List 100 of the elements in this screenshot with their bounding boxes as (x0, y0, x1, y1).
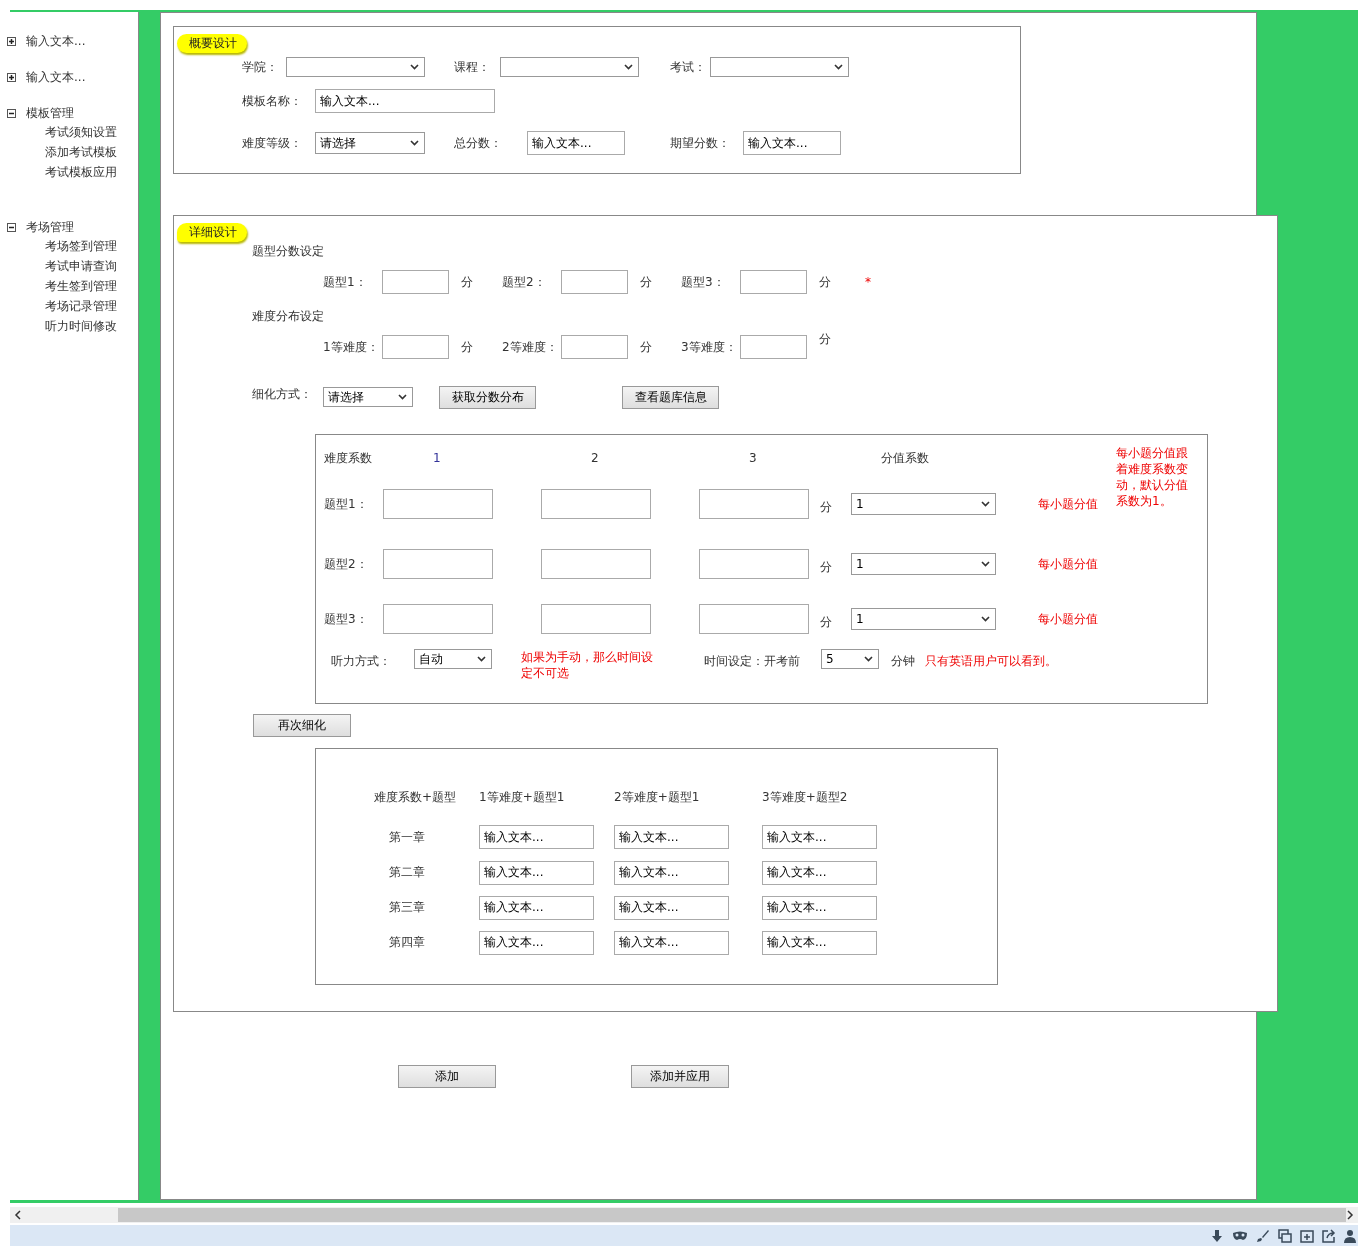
chevron-icon (981, 616, 990, 622)
input-field[interactable]: 输入文本... (743, 131, 841, 155)
unit-label: 分 (461, 273, 473, 291)
input-field[interactable] (541, 549, 651, 579)
expand-icon[interactable] (7, 36, 16, 46)
dropdown[interactable]: 1 (851, 553, 996, 575)
input-field[interactable]: 输入文本... (479, 860, 594, 885)
field-label: 2等难度： (502, 338, 559, 356)
input-field[interactable] (699, 549, 809, 579)
tree-item[interactable]: 考试模板应用 (10, 162, 138, 182)
input-field[interactable] (383, 604, 493, 634)
field-label: 听力方式： (331, 653, 392, 670)
note-text: 只有英语用户可以看到。 (925, 653, 1057, 670)
user-icon[interactable] (1344, 1228, 1356, 1243)
input-field[interactable] (541, 604, 651, 634)
scrollbar-thumb[interactable] (118, 1208, 1346, 1222)
new-window-icon[interactable] (1300, 1228, 1314, 1243)
input-field[interactable]: 输入文本... (315, 89, 495, 113)
input-field[interactable]: 输入文本... (762, 930, 877, 955)
field-label: 课程： (454, 58, 491, 76)
expand-icon[interactable] (7, 72, 16, 82)
input-field[interactable] (382, 335, 449, 359)
action-button[interactable]: 添加并应用 (631, 1065, 729, 1088)
field-label: 1等难度： (323, 338, 380, 356)
tree-item[interactable]: 考场管理 (26, 218, 74, 236)
tree-item[interactable]: 考场签到管理 (10, 236, 138, 256)
row-label: 第四章 (388, 934, 426, 951)
subsection-title: 题型分数设定 (252, 243, 325, 260)
dropdown[interactable] (286, 57, 425, 77)
column-header: 分值系数 (880, 449, 930, 467)
dropdown[interactable]: 1 (851, 608, 996, 630)
unit-label: 分钟 (891, 653, 915, 670)
input-field[interactable]: 输入文本... (479, 930, 594, 955)
input-field[interactable]: 输入文本... (762, 860, 877, 885)
dropdown[interactable]: 请选择 (323, 387, 413, 407)
input-field[interactable]: 输入文本... (614, 860, 729, 885)
input-field[interactable] (383, 489, 493, 519)
row-label: 第一章 (388, 828, 426, 846)
tree-item[interactable]: 输入文本... (26, 68, 86, 86)
field-label: 模板名称： (242, 92, 303, 110)
action-button[interactable]: 查看题库信息 (622, 385, 719, 409)
input-field[interactable]: 输入文本... (614, 825, 729, 849)
section-title: 概要设计 (177, 34, 247, 53)
tree-item[interactable]: 考生签到管理 (10, 276, 138, 296)
tree-item[interactable]: 考场记录管理 (10, 296, 138, 316)
column-header: 1等难度+题型1 (479, 788, 566, 806)
field-label: 学院： (242, 58, 279, 76)
input-field[interactable]: 输入文本... (479, 895, 594, 920)
field-label: 总分数： (454, 134, 503, 152)
scroll-left-icon[interactable] (14, 1210, 22, 1220)
input-field[interactable] (740, 270, 807, 294)
input-field[interactable]: 输入文本... (762, 825, 877, 849)
input-field[interactable] (699, 604, 809, 634)
dropdown[interactable] (500, 57, 639, 77)
tree-item[interactable]: 考试须知设置 (10, 122, 138, 142)
input-field[interactable]: 输入文本... (614, 895, 729, 920)
tree-item[interactable]: 考试申请查询 (10, 256, 138, 276)
tree-item[interactable]: 模板管理 (26, 104, 74, 122)
input-field[interactable] (561, 270, 628, 294)
input-field[interactable]: 输入文本... (527, 131, 625, 155)
refine-again-button[interactable]: 再次细化 (253, 714, 351, 737)
tree-item[interactable]: 添加考试模板 (10, 142, 138, 162)
brush-icon[interactable] (1256, 1228, 1270, 1243)
dropdown[interactable] (710, 57, 849, 77)
input-field[interactable] (699, 489, 809, 519)
subsection-title: 难度分布设定 (252, 308, 325, 325)
tree-item[interactable]: 输入文本... (26, 32, 86, 50)
unit-label: 分 (640, 273, 652, 291)
action-button[interactable]: 添加 (398, 1065, 496, 1088)
input-field[interactable]: 输入文本... (479, 825, 594, 849)
input-field[interactable] (541, 489, 651, 519)
field-label: 3等难度： (681, 338, 738, 356)
row-label: 第二章 (388, 864, 426, 881)
horizontal-scrollbar[interactable] (10, 1207, 1358, 1223)
input-field[interactable] (561, 335, 628, 359)
dropdown[interactable]: 1 (851, 493, 996, 515)
collapse-icon[interactable] (7, 108, 16, 118)
input-field[interactable]: 输入文本... (614, 930, 729, 955)
collapse-icon[interactable] (7, 222, 16, 232)
dropdown[interactable]: 5 (821, 649, 879, 669)
column-header: 难度系数+题型 (374, 788, 458, 806)
scroll-right-icon[interactable] (1346, 1210, 1354, 1220)
field-label: 题型2： (502, 273, 547, 291)
input-field[interactable] (740, 335, 807, 359)
mask-icon[interactable] (1232, 1229, 1248, 1242)
download-icon[interactable] (1210, 1228, 1224, 1243)
input-field[interactable]: 输入文本... (762, 895, 877, 920)
row-label: 题型3： (324, 610, 369, 628)
windows-icon[interactable] (1278, 1228, 1292, 1243)
tree-item[interactable]: 听力时间修改 (10, 316, 138, 336)
unit-label: 分 (820, 558, 833, 576)
column-header: 难度系数 (324, 449, 373, 467)
action-button[interactable]: 获取分数分布 (439, 385, 536, 409)
unit-label: 分 (819, 330, 831, 348)
required-mark: * (865, 275, 871, 289)
input-field[interactable] (382, 270, 449, 294)
dropdown[interactable]: 请选择 (315, 132, 425, 154)
dropdown[interactable]: 自动 (414, 649, 492, 669)
share-icon[interactable] (1322, 1228, 1336, 1243)
input-field[interactable] (383, 549, 493, 579)
